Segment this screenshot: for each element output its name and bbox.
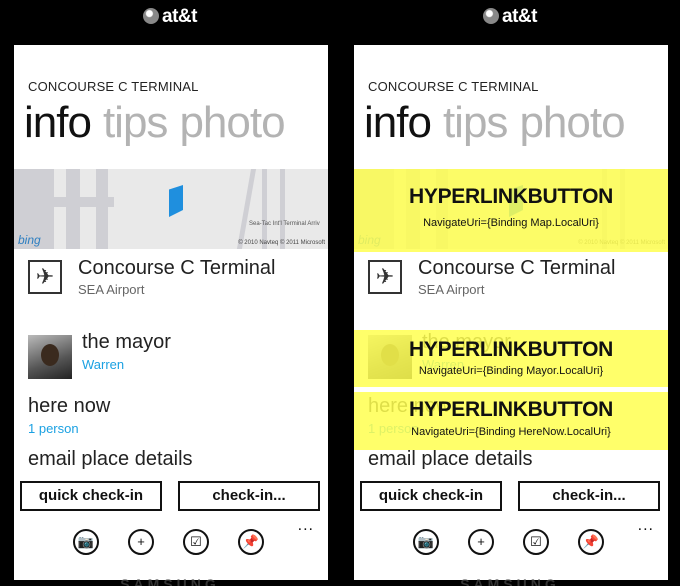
pivot-info[interactable]: info <box>24 98 92 147</box>
pivot-header: info tips photo <box>24 96 286 150</box>
map-road <box>14 197 114 207</box>
overlay-title: HYPERLINKBUTTON <box>409 338 613 361</box>
add-tip-icon[interactable]: + <box>468 529 494 555</box>
overlay-title: HYPERLINKBUTTON <box>409 185 613 208</box>
more-menu-icon[interactable]: ... <box>638 517 654 535</box>
map-copyright: © 2010 Navteq © 2011 Microsoft <box>238 240 325 246</box>
app-title: CONCOURSE C TERMINAL <box>368 79 539 94</box>
hyperlink-overlay-mayor[interactable]: HYPERLINKBUTTON NavigateUri={Binding May… <box>354 330 668 387</box>
email-place-details[interactable]: email place details <box>368 448 533 471</box>
carrier-text: at&t <box>162 6 197 27</box>
airplane-icon: ✈ <box>368 260 402 294</box>
here-now-count[interactable]: 1 person <box>28 421 79 436</box>
screen: CONCOURSE C TERMINAL infotipsphoto bing … <box>354 45 668 580</box>
more-menu-icon[interactable]: ... <box>298 517 314 535</box>
map-road <box>262 169 267 249</box>
pin-icon[interactable]: 📌 <box>238 529 264 555</box>
airplane-icon: ✈ <box>28 260 62 294</box>
checkin-button[interactable]: check-in... <box>178 481 320 511</box>
pivot-tips[interactable]: tips <box>103 98 168 147</box>
app-title: CONCOURSE C TERMINAL <box>28 79 199 94</box>
bing-logo: bing <box>18 233 41 247</box>
phone-left: at&t CONCOURSE C TERMINAL info tips photo … <box>0 0 340 586</box>
camera-icon[interactable]: 📷 <box>73 529 99 555</box>
hyperlink-overlay-map[interactable]: HYPERLINKBUTTON NavigateUri={Binding Map… <box>354 169 668 252</box>
brand-logo: SAMSUNG <box>460 576 560 586</box>
carrier-logo: at&t <box>340 6 680 28</box>
checkin-button[interactable]: check-in... <box>518 481 660 511</box>
camera-icon[interactable]: 📷 <box>413 529 439 555</box>
phone-right: at&t CONCOURSE C TERMINAL info tips photo … <box>340 0 680 586</box>
overlay-binding: NavigateUri={Binding Map.LocalUri} <box>423 217 599 229</box>
pivot-header: info tips photo <box>364 96 626 150</box>
pin-icon[interactable]: 📌 <box>578 529 604 555</box>
map-road <box>280 169 285 249</box>
email-place-details[interactable]: email place details <box>28 448 193 471</box>
pivot-photo[interactable]: photo <box>179 98 285 147</box>
map-street-label: Sea-Tac Int'l Terminal Arriv <box>249 221 320 227</box>
app-bar: 📷 + ☑ 📌 ... <box>14 515 328 580</box>
pivot-info[interactable]: info <box>364 98 432 147</box>
place-name: Concourse C Terminal <box>418 257 616 279</box>
mayor-label: the mayor <box>82 331 171 353</box>
carrier-logo: at&t <box>0 6 340 28</box>
map-road <box>66 169 80 249</box>
avatar <box>28 335 72 379</box>
overlay-binding: NavigateUri={Binding HereNow.LocalUri} <box>411 426 611 438</box>
place-location: SEA Airport <box>418 282 485 297</box>
place-location: SEA Airport <box>78 282 145 297</box>
quick-checkin-button[interactable]: quick check-in <box>20 481 162 511</box>
add-tip-icon[interactable]: + <box>128 529 154 555</box>
screen: CONCOURSE C TERMINAL info tips photo Sea-T… <box>14 45 328 580</box>
quick-checkin-button[interactable]: quick check-in <box>360 481 502 511</box>
app-bar: 📷 + ☑ 📌 ... <box>354 515 668 580</box>
overlay-title: HYPERLINKBUTTON <box>409 398 613 421</box>
map-road <box>96 169 108 249</box>
map[interactable]: Sea-Tac Int'l Terminal Arriv bing © 2010… <box>14 169 328 249</box>
map-pin-icon <box>169 185 183 217</box>
pivot-tips[interactable]: tips <box>443 98 508 147</box>
map-road <box>236 169 257 249</box>
here-now-label: here now <box>28 395 111 417</box>
todo-check-icon[interactable]: ☑ <box>183 529 209 555</box>
pivot-photo[interactable]: photo <box>519 98 625 147</box>
todo-check-icon[interactable]: ☑ <box>523 529 549 555</box>
place-name: Concourse C Terminal <box>78 257 276 279</box>
att-globe-icon <box>483 8 500 24</box>
mayor-name[interactable]: Warren <box>82 357 124 372</box>
overlay-binding: NavigateUri={Binding Mayor.LocalUri} <box>418 365 604 377</box>
carrier-text: at&t <box>502 6 537 27</box>
brand-logo: SAMSUNG <box>120 576 220 586</box>
att-globe-icon <box>143 8 160 24</box>
hyperlink-overlay-here-now[interactable]: HYPERLINKBUTTON NavigateUri={Binding Her… <box>354 392 668 450</box>
